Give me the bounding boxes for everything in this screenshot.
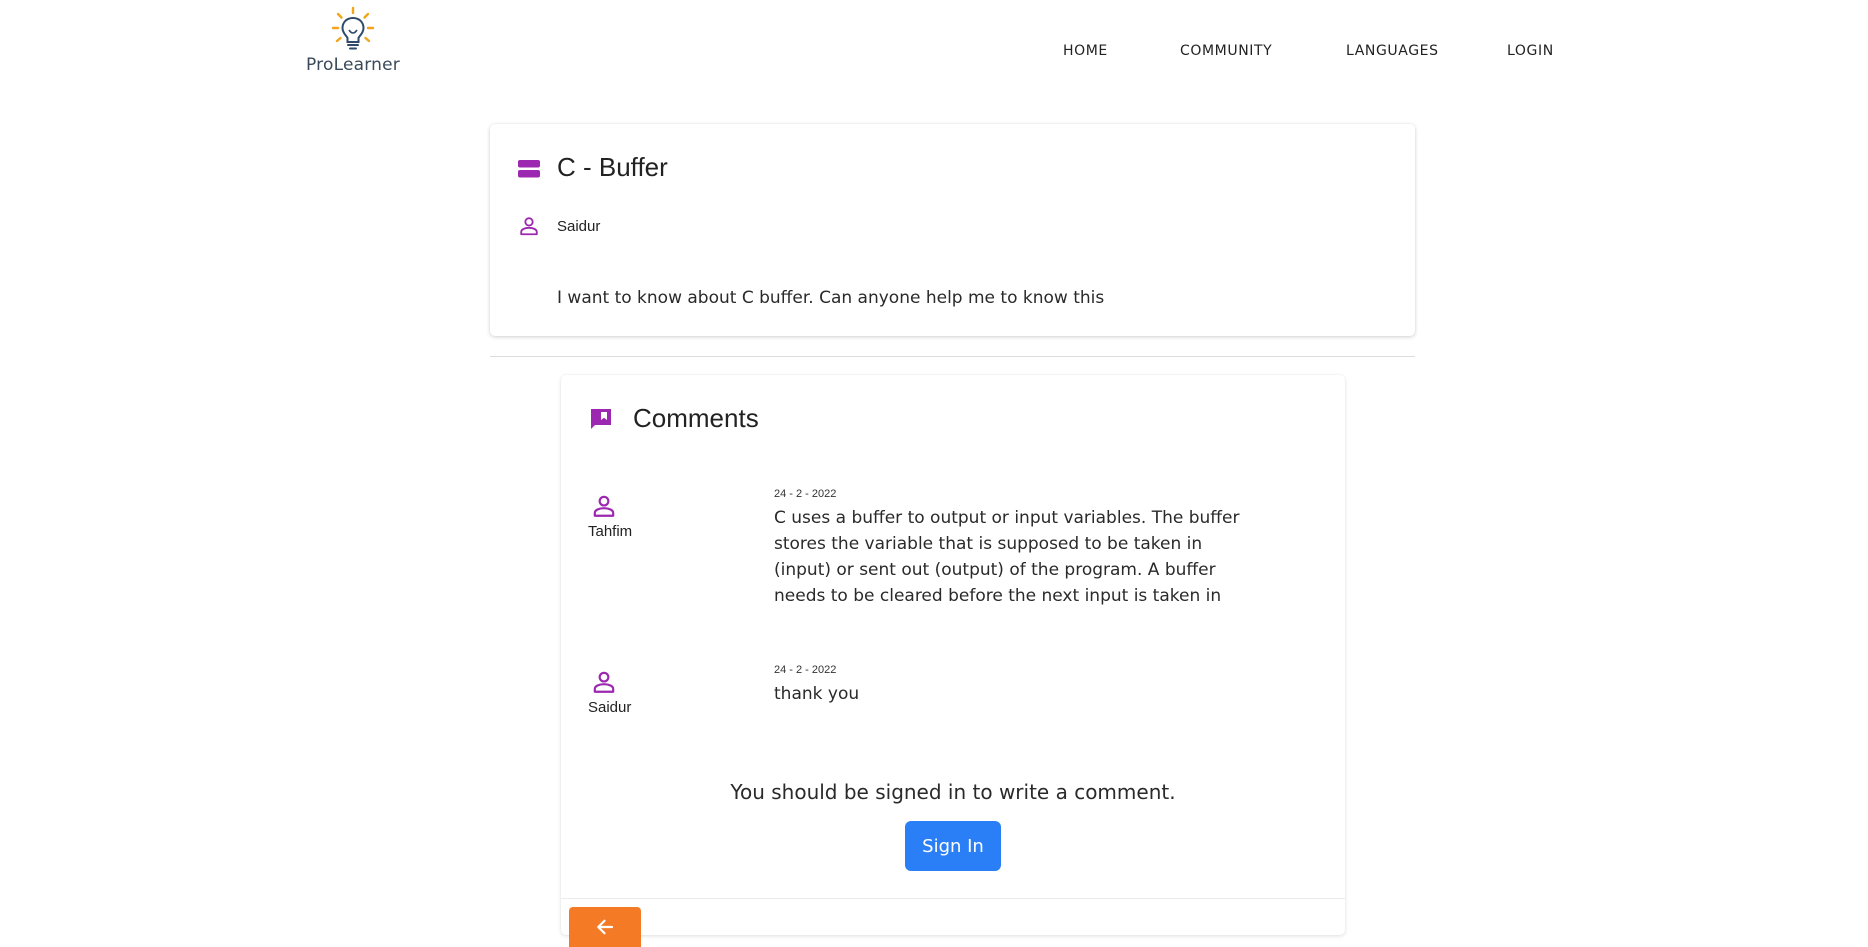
post-title: C - Buffer [557, 152, 668, 182]
nav-community[interactable]: COMMUNITY [1180, 43, 1272, 59]
comment-date: 24 - 2 - 2022 [774, 664, 837, 676]
nav-login[interactable]: LOGIN [1507, 43, 1554, 59]
nav-home[interactable]: HOME [1063, 43, 1108, 59]
comment-date: 24 - 2 - 2022 [774, 488, 837, 500]
post-author: Saidur [557, 218, 601, 235]
person-icon [593, 495, 615, 517]
sign-in-button[interactable]: Sign In [905, 821, 1001, 871]
person-icon [520, 217, 538, 236]
comment-user: Saidur [588, 699, 632, 716]
logo-text: ProLearner [306, 55, 400, 75]
comment-text: C uses a buffer to output or input varia… [774, 508, 1240, 606]
nav-languages[interactable]: LANGUAGES [1346, 43, 1439, 59]
comment-text: thank you [774, 684, 860, 704]
person-icon [593, 671, 615, 693]
signin-message: You should be signed in to write a comme… [730, 780, 1176, 804]
divider [561, 898, 1345, 899]
back-button[interactable] [569, 907, 641, 947]
comments-card: Comments Tahfim 24 - 2 - 2022 C uses a b… [561, 375, 1345, 947]
arrow-left-icon [597, 919, 614, 935]
post-body: I want to know about C buffer. Can anyon… [557, 288, 1105, 308]
storage-icon [518, 160, 540, 178]
logo[interactable]: ProLearner [300, 6, 410, 76]
comment-bookmark-icon [591, 409, 611, 429]
site-header: ProLearner HOME COMMUNITY LANGUAGES LOGI… [0, 0, 1868, 100]
divider [490, 356, 1415, 357]
lightbulb-icon [331, 6, 375, 50]
comments-heading: Comments [633, 403, 759, 433]
comment-user: Tahfim [588, 523, 633, 540]
